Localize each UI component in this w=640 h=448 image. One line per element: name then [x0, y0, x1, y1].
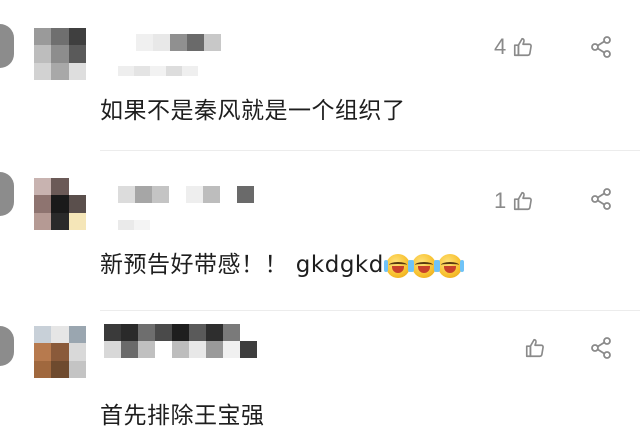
username-blurred — [104, 341, 257, 358]
crying-laughing-emoji — [435, 253, 464, 278]
share-icon — [589, 187, 613, 211]
username-blurred[interactable] — [104, 324, 240, 341]
card-edge — [0, 24, 14, 68]
comment-item: 4 如果不是秦风就是一个组织了 — [0, 0, 640, 150]
comment-list: 4 如果不是秦风就是一个组织了 1 新预告好带感！！ gkdgkd 首先排除王宝… — [0, 0, 640, 448]
like-count: 4 — [494, 34, 507, 59]
avatar[interactable] — [34, 178, 86, 230]
comment-text: 新预告好带感！！ gkdgkd — [100, 252, 384, 278]
comment-text: 如果不是秦风就是一个组织了 — [100, 98, 406, 124]
like-count: 1 — [494, 188, 507, 213]
comment-item: 首先排除王宝强 — [0, 310, 640, 448]
share-icon — [589, 35, 613, 59]
like-button[interactable]: 4 — [494, 34, 534, 60]
thumbs-up-icon — [512, 36, 534, 58]
crying-laughing-emoji — [409, 253, 438, 278]
share-button[interactable] — [589, 35, 613, 59]
thumbs-up-icon — [512, 190, 534, 212]
avatar[interactable] — [34, 28, 86, 80]
timestamp-blurred — [118, 220, 150, 230]
comment-text: 首先排除王宝强 — [100, 403, 265, 429]
like-button[interactable] — [518, 337, 546, 359]
thumbs-up-icon — [524, 337, 546, 359]
avatar[interactable] — [34, 326, 86, 378]
timestamp-blurred — [118, 66, 198, 76]
crying-laughing-emoji — [383, 253, 412, 278]
like-button[interactable]: 1 — [494, 188, 534, 214]
comment-item: 1 新预告好带感！！ gkdgkd — [0, 150, 640, 310]
card-edge — [0, 326, 14, 366]
share-icon — [589, 336, 613, 360]
share-button[interactable] — [589, 187, 613, 211]
comment-text-line: 新预告好带感！！ gkdgkd — [100, 245, 464, 279]
username-blurred[interactable] — [118, 186, 254, 203]
card-edge — [0, 172, 14, 216]
share-button[interactable] — [589, 336, 613, 360]
username-blurred[interactable] — [136, 34, 221, 51]
